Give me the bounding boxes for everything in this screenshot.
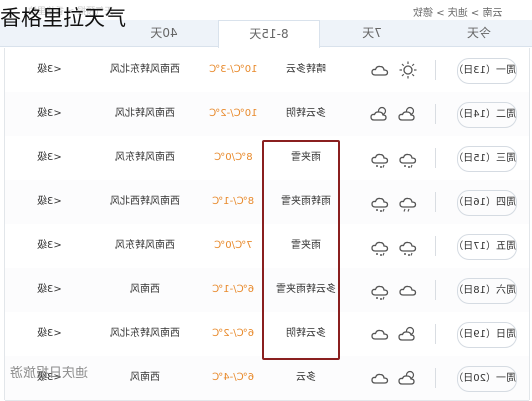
watermark: 迪庆日报旅游 — [10, 366, 89, 381]
weather-condition: 多云 — [296, 372, 316, 383]
wind-level: <3级 — [36, 328, 62, 339]
divider — [435, 148, 436, 168]
breadcrumb[interactable]: 云南 > 迪庆 > 德钦 — [413, 4, 502, 19]
temperature-range: 6℃/-1℃ — [211, 284, 255, 295]
temperature-range: 10℃/-2℃ — [208, 108, 258, 119]
wind-direction: 西南风转北风 — [115, 108, 175, 119]
wind-level: <3级 — [36, 284, 62, 295]
page-title: 香格里拉天气 — [0, 6, 126, 30]
divider — [435, 104, 436, 124]
divider — [435, 60, 436, 80]
sleet-icon — [369, 235, 391, 257]
highlight-box — [262, 140, 340, 360]
temperature-range: 8℃/-1℃ — [211, 196, 255, 207]
date-label: 周二（14日） — [453, 102, 517, 128]
wind-direction: 西南风 — [130, 284, 160, 295]
wind-direction: 西南风 — [130, 372, 160, 383]
sun-icon — [397, 59, 419, 81]
forecast-row[interactable]: 周一（13日） 晴转多云 10℃/-3℃ 西南风转东北风 <3级 — [5, 48, 529, 93]
date-label: 周五（17日） — [453, 234, 517, 260]
cloud-icon — [397, 279, 419, 301]
sleet-icon — [397, 235, 419, 257]
tab-8-15-days[interactable]: 8-15天 — [218, 20, 320, 48]
date-label: 周一（20日） — [453, 366, 517, 392]
date-label: 周一（13日） — [453, 58, 517, 84]
weather-condition: 多云转阴 — [286, 108, 326, 119]
date-label: 周六（18日） — [453, 278, 517, 304]
temperature-range: 10℃/-3℃ — [208, 64, 258, 75]
cloud-icon — [369, 367, 391, 389]
wind-level: <3级 — [36, 64, 62, 75]
wind-direction: 西南风转东北风 — [110, 328, 180, 339]
divider — [435, 324, 436, 344]
weather-condition: 晴转多云 — [286, 64, 326, 75]
wind-level: <3级 — [36, 152, 62, 163]
tab-today[interactable]: 今天 — [426, 20, 532, 46]
partly-cloudy-icon — [369, 103, 391, 125]
sleet-icon — [369, 279, 391, 301]
partly-cloudy-icon — [397, 103, 419, 125]
cloud-icon — [369, 59, 391, 81]
cloud-icon — [369, 323, 391, 345]
divider — [435, 280, 436, 300]
wind-direction: 西南风转东风 — [115, 240, 175, 251]
wind-direction: 西南风转东北风 — [110, 64, 180, 75]
date-label: 周四（16日） — [453, 190, 517, 216]
sleet-icon — [369, 191, 391, 213]
partly-cloudy-icon — [397, 367, 419, 389]
divider — [435, 236, 436, 256]
rain-icon — [397, 191, 419, 213]
tab-7-days[interactable]: 7天 — [322, 20, 422, 46]
sleet-icon — [397, 147, 419, 169]
temperature-range: 6℃/-2℃ — [211, 328, 255, 339]
temperature-range: 8℃/0℃ — [213, 152, 253, 163]
tab-40-days[interactable]: 40天 — [114, 20, 214, 46]
wind-direction: 西南风转东风 — [115, 152, 175, 163]
temperature-range: 7℃/0℃ — [213, 240, 253, 251]
wind-level: <3级 — [36, 240, 62, 251]
temperature-range: 6℃/-4℃ — [211, 372, 255, 383]
divider — [435, 368, 436, 388]
wind-level: <3级 — [36, 108, 62, 119]
date-label: 周日（19日） — [453, 322, 517, 348]
divider — [435, 192, 436, 212]
partly-cloudy-icon — [397, 323, 419, 345]
wind-direction: 西南风转西北风 — [110, 196, 180, 207]
wind-level: <3级 — [36, 196, 62, 207]
sleet-icon — [369, 147, 391, 169]
forecast-row[interactable]: 周二（14日） 多云转阴 10℃/-2℃ 西南风转北风 <3级 — [5, 92, 529, 137]
date-label: 周三（15日） — [453, 146, 517, 172]
